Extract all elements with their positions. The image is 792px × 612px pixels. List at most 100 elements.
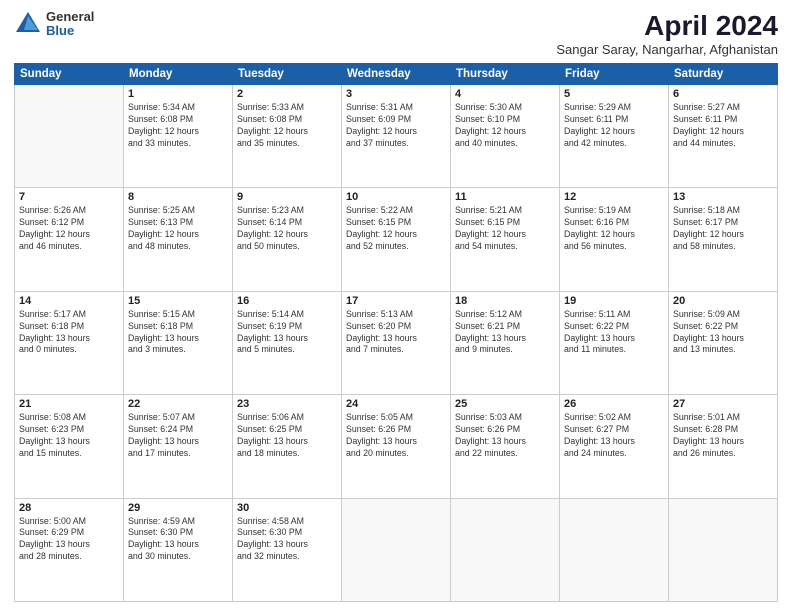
calendar-cell: 3 Sunrise: 5:31 AM Sunset: 6:09 PM Daylig… [342,85,451,188]
weekday-header-tuesday: Tuesday [233,64,342,85]
day-number: 10 [346,191,446,203]
calendar-header: SundayMondayTuesdayWednesdayThursdayFrid… [15,64,778,85]
calendar-cell: 29 Sunrise: 4:59 AM Sunset: 6:30 PM Dayli… [124,498,233,601]
calendar-cell: 19Sunrise: 5:11 AM Sunset: 6:22 PM Dayli… [560,291,669,394]
day-info: Sunrise: 5:33 AM Sunset: 6:08 PM Dayligh… [237,102,337,150]
day-number: 8 [128,191,228,203]
calendar-cell: 16 Sunrise: 5:14 AM Sunset: 6:19 PM Dayli… [233,291,342,394]
day-info: Sunrise: 5:17 AM Sunset: 6:18 PM Dayligh… [19,309,119,357]
day-info: Sunrise: 5:25 AM Sunset: 6:13 PM Dayligh… [128,205,228,253]
day-info: Sunrise: 5:08 AM Sunset: 6:23 PM Dayligh… [19,412,119,460]
day-info: Sunrise: 5:02 AM Sunset: 6:27 PM Dayligh… [564,412,664,460]
day-number: 25 [455,398,555,410]
day-info: Sunrise: 5:09 AM Sunset: 6:22 PM Dayligh… [673,309,773,357]
day-number: 4 [455,88,555,100]
day-number: 13 [673,191,773,203]
day-info: Sunrise: 5:18 AM Sunset: 6:17 PM Dayligh… [673,205,773,253]
day-number: 5 [564,88,664,100]
day-number: 16 [237,295,337,307]
day-number: 28 [19,502,119,514]
calendar-cell: 23 Sunrise: 5:06 AM Sunset: 6:25 PM Dayli… [233,395,342,498]
calendar-cell: 5 Sunrise: 5:29 AM Sunset: 6:11 PM Daylig… [560,85,669,188]
day-number: 17 [346,295,446,307]
day-info: Sunrise: 5:14 AM Sunset: 6:19 PM Dayligh… [237,309,337,357]
logo: General Blue [14,10,94,39]
calendar-cell: 6Sunrise: 5:27 AM Sunset: 6:11 PM Daylig… [669,85,778,188]
header: General Blue April 2024 Sangar Saray, Na… [14,10,778,57]
day-number: 30 [237,502,337,514]
calendar-cell: 15Sunrise: 5:15 AM Sunset: 6:18 PM Dayli… [124,291,233,394]
day-info: Sunrise: 5:34 AM Sunset: 6:08 PM Dayligh… [128,102,228,150]
day-info: Sunrise: 5:07 AM Sunset: 6:24 PM Dayligh… [128,412,228,460]
calendar-cell: 11 Sunrise: 5:21 AM Sunset: 6:15 PM Dayli… [451,188,560,291]
calendar-cell: 17 Sunrise: 5:13 AM Sunset: 6:20 PM Dayli… [342,291,451,394]
day-number: 11 [455,191,555,203]
calendar-cell: 14 Sunrise: 5:17 AM Sunset: 6:18 PM Dayli… [15,291,124,394]
day-info: Sunrise: 5:26 AM Sunset: 6:12 PM Dayligh… [19,205,119,253]
logo-icon [14,10,42,38]
calendar-cell: 12Sunrise: 5:19 AM Sunset: 6:16 PM Dayli… [560,188,669,291]
day-info: Sunrise: 5:06 AM Sunset: 6:25 PM Dayligh… [237,412,337,460]
calendar-cell: 25Sunrise: 5:03 AM Sunset: 6:26 PM Dayli… [451,395,560,498]
calendar-cell [669,498,778,601]
calendar-cell: 20 Sunrise: 5:09 AM Sunset: 6:22 PM Dayli… [669,291,778,394]
calendar-table: SundayMondayTuesdayWednesdayThursdayFrid… [14,63,778,602]
day-info: Sunrise: 5:30 AM Sunset: 6:10 PM Dayligh… [455,102,555,150]
day-info: Sunrise: 5:23 AM Sunset: 6:14 PM Dayligh… [237,205,337,253]
day-number: 29 [128,502,228,514]
day-info: Sunrise: 5:29 AM Sunset: 6:11 PM Dayligh… [564,102,664,150]
title-location: Sangar Saray, Nangarhar, Afghanistan [556,42,778,57]
calendar-cell: 18Sunrise: 5:12 AM Sunset: 6:21 PM Dayli… [451,291,560,394]
calendar-cell: 7 Sunrise: 5:26 AM Sunset: 6:12 PM Daylig… [15,188,124,291]
day-info: Sunrise: 5:13 AM Sunset: 6:20 PM Dayligh… [346,309,446,357]
day-number: 26 [564,398,664,410]
day-number: 21 [19,398,119,410]
day-number: 24 [346,398,446,410]
calendar-cell: 27Sunrise: 5:01 AM Sunset: 6:28 PM Dayli… [669,395,778,498]
weekday-header-saturday: Saturday [669,64,778,85]
calendar-cell: 28 Sunrise: 5:00 AM Sunset: 6:29 PM Dayli… [15,498,124,601]
day-number: 22 [128,398,228,410]
weekday-header-monday: Monday [124,64,233,85]
day-number: 19 [564,295,664,307]
day-number: 14 [19,295,119,307]
day-number: 23 [237,398,337,410]
day-number: 1 [128,88,228,100]
weekday-row: SundayMondayTuesdayWednesdayThursdayFrid… [15,64,778,85]
calendar-cell: 8 Sunrise: 5:25 AM Sunset: 6:13 PM Daylig… [124,188,233,291]
day-info: Sunrise: 5:22 AM Sunset: 6:15 PM Dayligh… [346,205,446,253]
day-number: 18 [455,295,555,307]
calendar-cell: 26 Sunrise: 5:02 AM Sunset: 6:27 PM Dayli… [560,395,669,498]
day-info: Sunrise: 4:58 AM Sunset: 6:30 PM Dayligh… [237,516,337,564]
day-number: 2 [237,88,337,100]
weekday-header-wednesday: Wednesday [342,64,451,85]
day-number: 9 [237,191,337,203]
day-info: Sunrise: 5:21 AM Sunset: 6:15 PM Dayligh… [455,205,555,253]
day-number: 27 [673,398,773,410]
calendar-week-2: 14 Sunrise: 5:17 AM Sunset: 6:18 PM Dayli… [15,291,778,394]
calendar-week-0: 1 Sunrise: 5:34 AM Sunset: 6:08 PM Daylig… [15,85,778,188]
day-info: Sunrise: 5:31 AM Sunset: 6:09 PM Dayligh… [346,102,446,150]
title-block: April 2024 Sangar Saray, Nangarhar, Afgh… [556,10,778,57]
day-info: Sunrise: 5:19 AM Sunset: 6:16 PM Dayligh… [564,205,664,253]
day-info: Sunrise: 4:59 AM Sunset: 6:30 PM Dayligh… [128,516,228,564]
calendar-cell: 2 Sunrise: 5:33 AM Sunset: 6:08 PM Daylig… [233,85,342,188]
calendar-body: 1 Sunrise: 5:34 AM Sunset: 6:08 PM Daylig… [15,85,778,602]
calendar-cell: 4 Sunrise: 5:30 AM Sunset: 6:10 PM Daylig… [451,85,560,188]
calendar-page: General Blue April 2024 Sangar Saray, Na… [0,0,792,612]
calendar-cell: 10 Sunrise: 5:22 AM Sunset: 6:15 PM Dayli… [342,188,451,291]
day-info: Sunrise: 5:27 AM Sunset: 6:11 PM Dayligh… [673,102,773,150]
calendar-week-3: 21 Sunrise: 5:08 AM Sunset: 6:23 PM Dayli… [15,395,778,498]
weekday-header-thursday: Thursday [451,64,560,85]
calendar-cell: 9 Sunrise: 5:23 AM Sunset: 6:14 PM Daylig… [233,188,342,291]
day-number: 3 [346,88,446,100]
calendar-cell: 24Sunrise: 5:05 AM Sunset: 6:26 PM Dayli… [342,395,451,498]
day-number: 20 [673,295,773,307]
day-info: Sunrise: 5:00 AM Sunset: 6:29 PM Dayligh… [19,516,119,564]
calendar-week-4: 28 Sunrise: 5:00 AM Sunset: 6:29 PM Dayli… [15,498,778,601]
weekday-header-sunday: Sunday [15,64,124,85]
calendar-week-1: 7 Sunrise: 5:26 AM Sunset: 6:12 PM Daylig… [15,188,778,291]
logo-general: General [46,10,94,24]
calendar-cell: 1 Sunrise: 5:34 AM Sunset: 6:08 PM Daylig… [124,85,233,188]
day-number: 7 [19,191,119,203]
